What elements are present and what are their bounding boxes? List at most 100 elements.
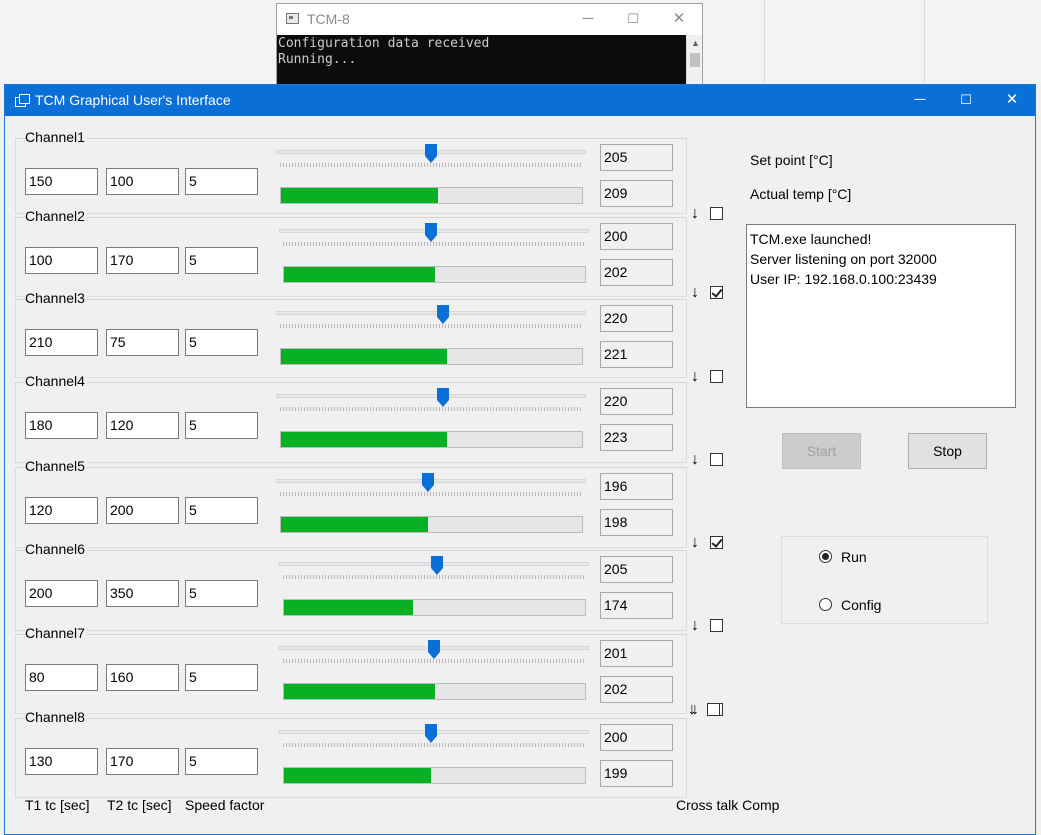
scroll-thumb[interactable] xyxy=(690,53,700,67)
setpoint-slider-thumb[interactable] xyxy=(437,305,449,325)
log-line: User IP: 192.168.0.100:23439 xyxy=(750,271,937,287)
temp-progress-bar xyxy=(283,683,586,700)
speed-factor-input[interactable]: 5 xyxy=(185,412,258,439)
temp-progress-fill xyxy=(281,517,428,532)
setpoint-slider-thumb[interactable] xyxy=(431,556,443,576)
t1-input[interactable]: 80 xyxy=(25,664,98,691)
temp-progress-bar xyxy=(283,266,586,283)
console-line: Configuration data received xyxy=(278,36,490,51)
slider-thumb-body xyxy=(428,640,440,652)
crosstalk-checkbox[interactable] xyxy=(710,453,723,466)
t2-input[interactable]: 120 xyxy=(106,412,179,439)
actual-temp-value: 221 xyxy=(600,341,673,368)
actual-temp-label: Actual temp [°C] xyxy=(750,186,852,202)
config-radio[interactable] xyxy=(819,598,832,611)
setpoint-slider-thumb[interactable] xyxy=(428,640,440,660)
setpoint-slider-thumb[interactable] xyxy=(425,144,437,164)
crosstalk-checkbox[interactable] xyxy=(710,536,723,549)
setpoint-slider-thumb[interactable] xyxy=(425,223,437,243)
crosstalk-arrow-icon: ↓ xyxy=(691,205,699,222)
setpoint-value: 205 xyxy=(600,144,673,171)
start-button[interactable]: Start xyxy=(782,433,861,469)
setpoint-slider-thumb[interactable] xyxy=(422,473,434,493)
minimize-button[interactable]: ─ xyxy=(905,90,935,112)
crosstalk-arrow-icon: ↓ xyxy=(691,451,699,468)
setpoint-value: 201 xyxy=(600,640,673,667)
crosstalk-checkbox[interactable] xyxy=(707,703,720,716)
t2-input[interactable]: 350 xyxy=(106,580,179,607)
console-maximize-button[interactable]: ☐ xyxy=(618,9,648,29)
speed-factor-input[interactable]: 5 xyxy=(185,748,258,775)
crosstalk-arrow-icon: ↓ xyxy=(691,368,699,385)
setpoint-value: 205 xyxy=(600,556,673,583)
slider-thumb-tip xyxy=(428,652,440,659)
speed-factor-input[interactable]: 5 xyxy=(185,497,258,524)
console-close-button[interactable]: ✕ xyxy=(664,9,694,29)
temp-progress-bar xyxy=(280,431,583,448)
scroll-up-icon[interactable]: ▲ xyxy=(691,38,700,48)
t2-input[interactable]: 170 xyxy=(106,247,179,274)
crosstalk-arrow-icon: ↓ xyxy=(691,284,699,301)
slider-thumb-tip xyxy=(437,317,449,324)
temp-progress-fill xyxy=(284,600,413,615)
t1-input[interactable]: 120 xyxy=(25,497,98,524)
console-output: Configuration data received Running... xyxy=(277,35,687,87)
actual-temp-value: 174 xyxy=(600,592,673,619)
config-label[interactable]: Config xyxy=(841,597,881,613)
temp-progress-fill xyxy=(284,267,435,282)
console-title: TCM-8 xyxy=(307,11,350,27)
t1-input[interactable]: 200 xyxy=(25,580,98,607)
maximize-button[interactable]: ☐ xyxy=(951,90,981,112)
speed-factor-input[interactable]: 5 xyxy=(185,580,258,607)
channel-label: Channel4 xyxy=(25,373,87,389)
speed-factor-input[interactable]: 5 xyxy=(185,329,258,356)
t1-input[interactable]: 100 xyxy=(25,247,98,274)
crosstalk-checkbox[interactable] xyxy=(710,370,723,383)
temp-progress-bar xyxy=(280,516,583,533)
setpoint-value: 200 xyxy=(600,724,673,751)
channel-label: Channel7 xyxy=(25,625,87,641)
setpoint-slider-track[interactable] xyxy=(276,311,586,315)
crosstalk-checkbox[interactable] xyxy=(710,207,723,220)
speed-factor-input[interactable]: 5 xyxy=(185,247,258,274)
setpoint-slider-track[interactable] xyxy=(276,394,586,398)
slider-thumb-body xyxy=(425,144,437,156)
temp-progress-bar xyxy=(283,599,586,616)
speed-factor-input[interactable]: 5 xyxy=(185,664,258,691)
run-radio[interactable] xyxy=(819,550,832,563)
t2-input[interactable]: 160 xyxy=(106,664,179,691)
console-minimize-button[interactable]: ─ xyxy=(573,9,603,29)
setpoint-slider-thumb[interactable] xyxy=(437,388,449,408)
console-scrollbar[interactable]: ▲ xyxy=(686,35,702,87)
channel-label: Channel1 xyxy=(25,129,87,145)
t1-input[interactable]: 130 xyxy=(25,748,98,775)
main-titlebar[interactable]: TCM Graphical User's Interface ─ ☐ ✕ xyxy=(5,85,1035,116)
crosstalk-checkbox[interactable] xyxy=(710,286,723,299)
crosstalk-checkbox[interactable] xyxy=(710,619,723,632)
window-title: TCM Graphical User's Interface xyxy=(35,92,231,108)
t1-input[interactable]: 180 xyxy=(25,412,98,439)
t1-input[interactable]: 210 xyxy=(25,329,98,356)
slider-ticks xyxy=(280,324,582,328)
slider-thumb-body xyxy=(431,556,443,568)
slider-thumb-tip xyxy=(422,485,434,492)
mode-groupbox: Run Config xyxy=(781,536,988,624)
crosstalk-arrow-icon: ↓ xyxy=(691,534,699,551)
run-label[interactable]: Run xyxy=(841,549,867,565)
log-output[interactable]: TCM.exe launched! Server listening on po… xyxy=(746,224,1016,408)
t1-input[interactable]: 150 xyxy=(25,168,98,195)
close-button[interactable]: ✕ xyxy=(997,90,1027,112)
channel-label: Channel6 xyxy=(25,541,87,557)
t2-input[interactable]: 170 xyxy=(106,748,179,775)
stop-button[interactable]: Stop xyxy=(908,433,987,469)
slider-thumb-tip xyxy=(425,235,437,242)
setpoint-slider-thumb[interactable] xyxy=(425,724,437,744)
speed-factor-input[interactable]: 5 xyxy=(185,168,258,195)
temp-progress-fill xyxy=(281,349,447,364)
t2-input[interactable]: 100 xyxy=(106,168,179,195)
console-titlebar[interactable]: TCM-8 ─ ☐ ✕ xyxy=(277,4,702,34)
setpoint-value: 196 xyxy=(600,473,673,500)
slider-thumb-tip xyxy=(425,736,437,743)
t2-input[interactable]: 75 xyxy=(106,329,179,356)
t2-input[interactable]: 200 xyxy=(106,497,179,524)
